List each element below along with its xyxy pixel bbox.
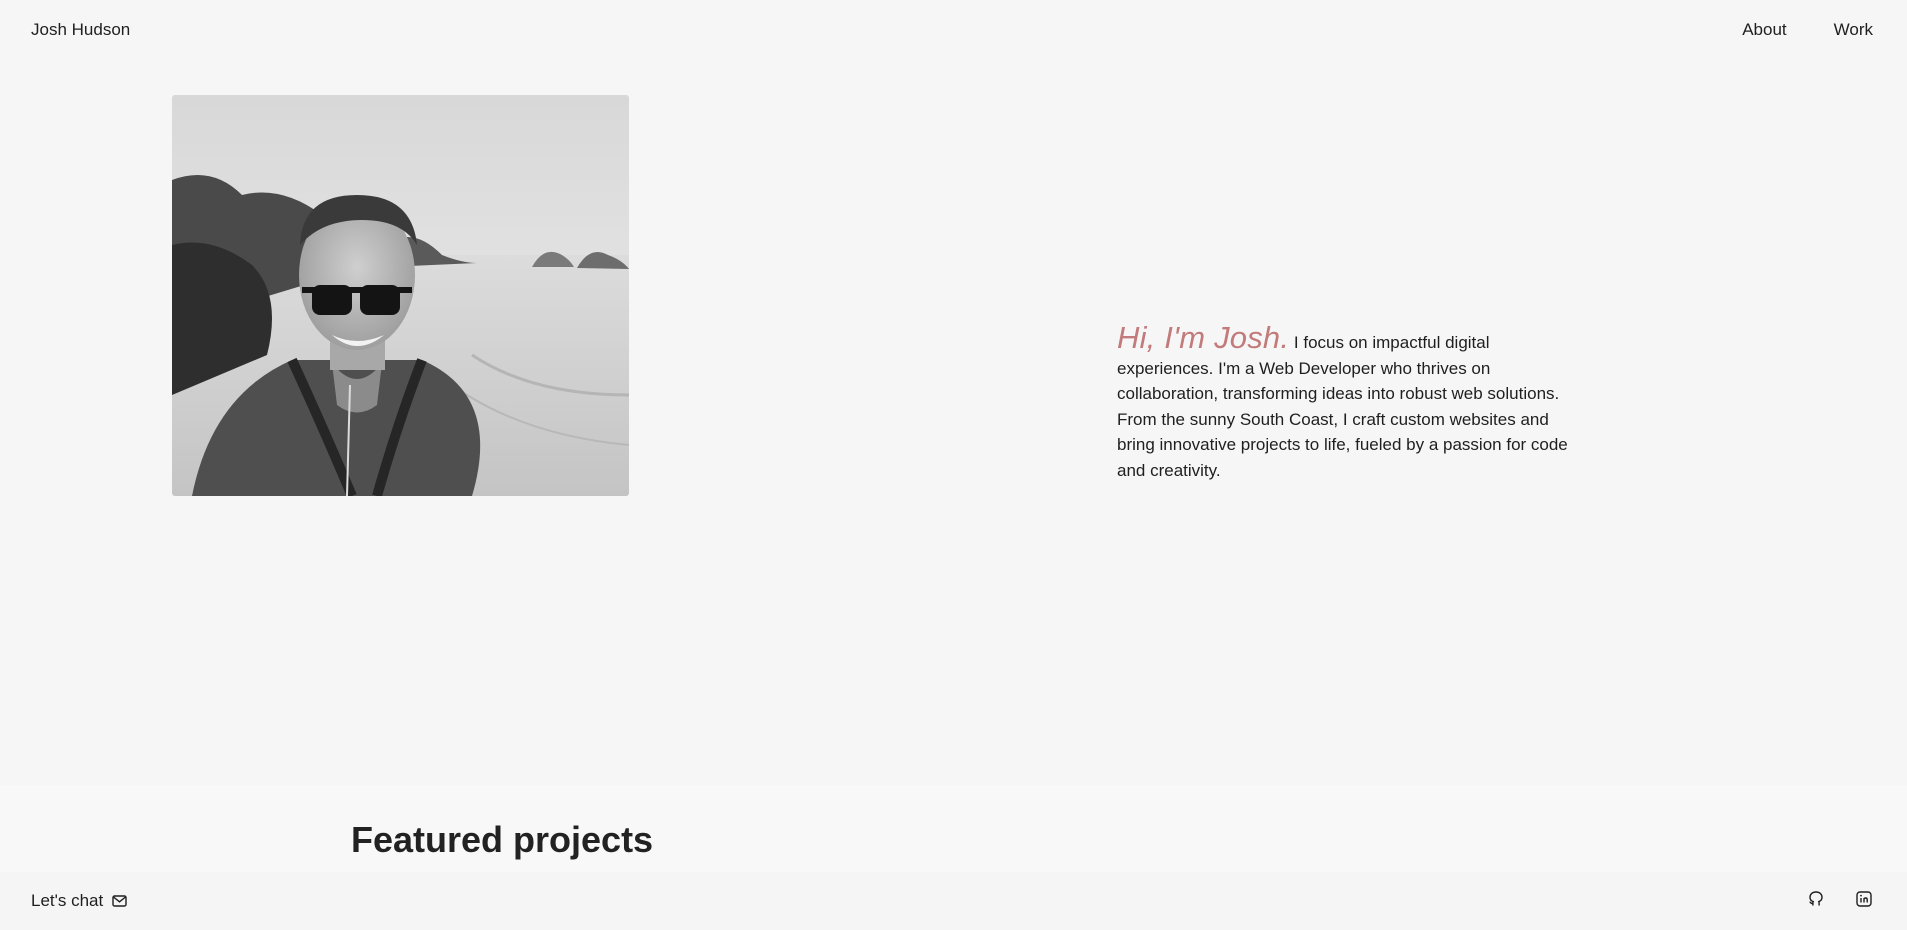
- portrait-photo-image: [172, 95, 629, 496]
- intro-text: Hi, I'm Josh. I focus on impactful digit…: [1117, 322, 1572, 483]
- brand-link[interactable]: Josh Hudson: [31, 19, 130, 41]
- mail-icon: [112, 895, 127, 907]
- featured-projects-title: Featured projects: [351, 819, 654, 860]
- main-nav: About Work: [1742, 19, 1873, 41]
- linkedin-icon[interactable]: [1855, 890, 1873, 908]
- lets-chat-link[interactable]: Let's chat: [31, 890, 127, 912]
- portrait-photo: [172, 95, 629, 496]
- greeting-heading: Hi, I'm Josh.: [1117, 320, 1290, 355]
- lets-chat-label: Let's chat: [31, 891, 104, 910]
- nav-about-link[interactable]: About: [1742, 19, 1786, 41]
- bottom-bar: Let's chat: [0, 872, 1907, 930]
- nav-work-link[interactable]: Work: [1834, 19, 1873, 41]
- social-links: [1807, 890, 1873, 908]
- github-icon[interactable]: [1807, 890, 1825, 908]
- site-header: Josh Hudson About Work: [0, 0, 1907, 60]
- page: Josh Hudson About Work Hi, I'm Josh. I f…: [0, 0, 1907, 930]
